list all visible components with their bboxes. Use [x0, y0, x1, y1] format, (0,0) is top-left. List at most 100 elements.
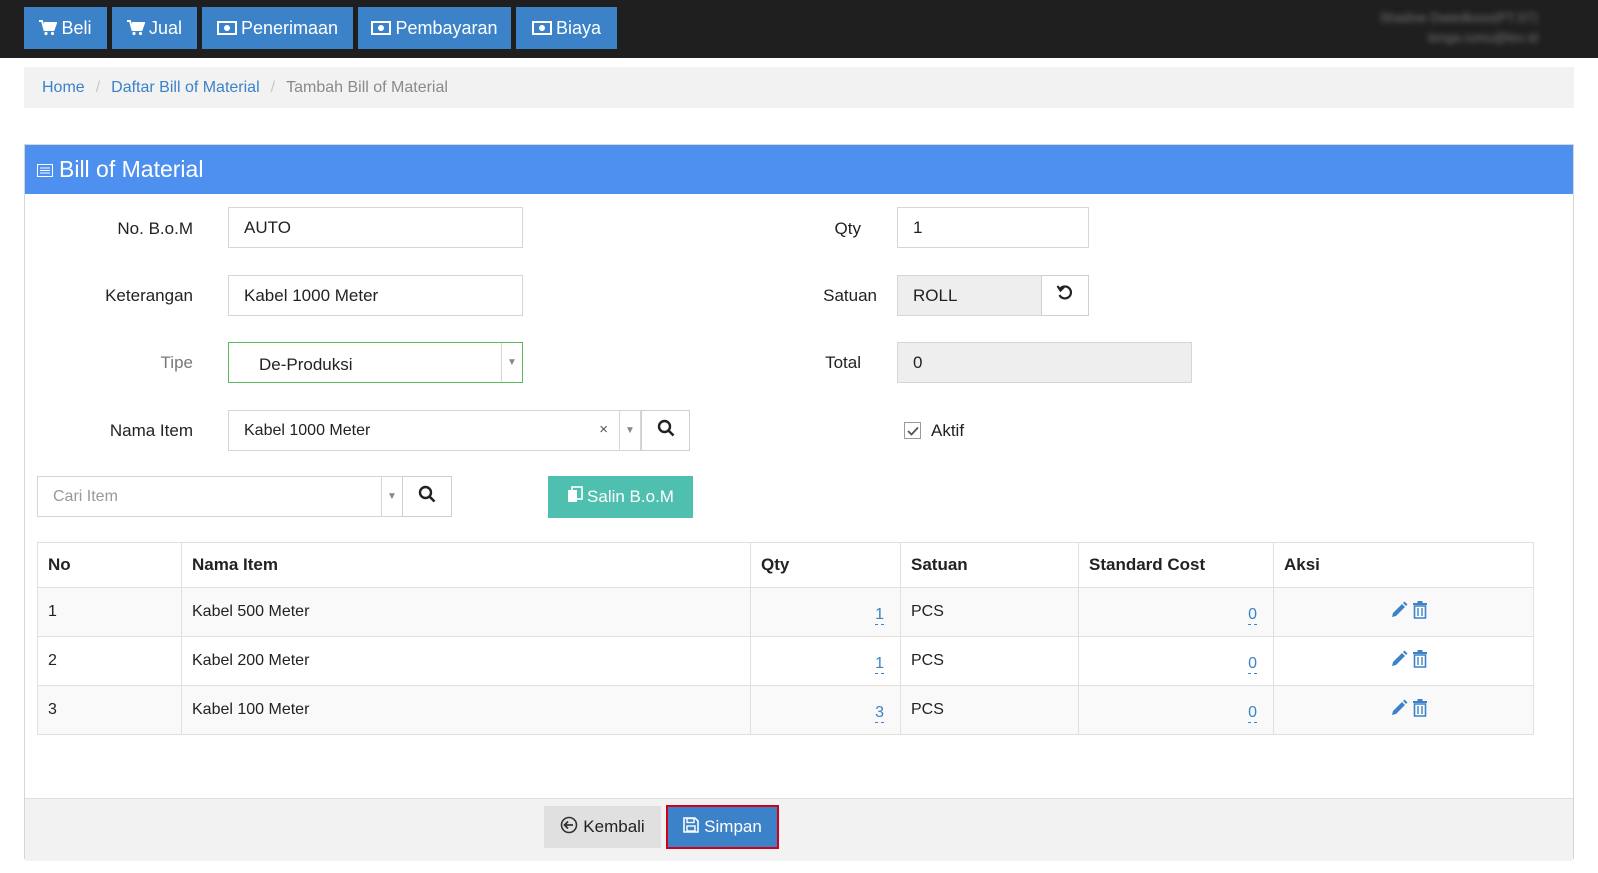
qty-label: Qty: [834, 219, 861, 238]
satuan-reset-button[interactable]: [1041, 275, 1089, 316]
biaya-label: Biaya: [555, 17, 602, 38]
row-nama-item: Kabel 100 Meter: [181, 685, 751, 735]
row-qty-editable[interactable]: 3: [875, 705, 884, 723]
no-bom-input[interactable]: AUTO: [228, 207, 523, 248]
pembayaran-button[interactable]: Pembayaran: [358, 7, 511, 49]
nama-item-select[interactable]: Kabel 1000 Meter × ▼: [228, 410, 641, 451]
row-qty-editable[interactable]: 1: [875, 656, 884, 674]
beli-button[interactable]: Beli: [24, 7, 107, 49]
panel-footer: Kembali Simpan: [25, 798, 1573, 861]
col-nama-item: Nama Item: [181, 542, 751, 588]
edit-icon[interactable]: [1390, 699, 1408, 722]
col-no: No: [37, 542, 182, 588]
cart-icon: [126, 20, 145, 36]
search-icon: [418, 485, 436, 508]
keterangan-label: Keterangan: [105, 286, 193, 305]
aktif-label: Aktif: [931, 421, 965, 440]
penerimaan-label: Penerimaan: [240, 17, 339, 38]
table-header-row: No Nama Item Qty Satuan Standard Cost Ak…: [37, 542, 1534, 588]
row-no: 1: [37, 587, 182, 637]
row-satuan: PCS: [900, 587, 1079, 637]
satuan-input[interactable]: ROLL: [897, 275, 1042, 316]
breadcrumb-current: Tambah Bill of Material: [286, 78, 448, 96]
row-qty-editable[interactable]: 1: [875, 607, 884, 625]
row-cost-editable[interactable]: 0: [1248, 607, 1257, 625]
list-icon: [37, 156, 53, 183]
pembayaran-label: Pembayaran: [395, 17, 498, 38]
bom-items-table: No Nama Item Qty Satuan Standard Cost Ak…: [37, 542, 1534, 735]
cari-item-select[interactable]: Cari Item ▼: [37, 476, 403, 517]
biaya-button[interactable]: Biaya: [516, 7, 617, 49]
edit-icon[interactable]: [1390, 601, 1408, 624]
trash-icon[interactable]: [1412, 649, 1428, 673]
tipe-value: De-Produksi: [259, 354, 353, 374]
nama-item-label: Nama Item: [109, 421, 193, 440]
nama-item-value: Kabel 1000 Meter: [244, 421, 371, 439]
row-satuan: PCS: [900, 685, 1079, 735]
table-row: 2 Kabel 200 Meter 1 PCS 0: [37, 636, 1534, 686]
breadcrumb: Home / Daftar Bill of Material / Tambah …: [24, 67, 1574, 108]
breadcrumb-home[interactable]: Home: [42, 79, 85, 97]
salin-bom-label: Salin B.o.M: [587, 487, 674, 506]
penerimaan-button[interactable]: Penerimaan: [202, 7, 353, 49]
nama-item-search-button[interactable]: [641, 410, 690, 451]
breadcrumb-separator: /: [270, 78, 276, 96]
row-nama-item: Kabel 200 Meter: [181, 636, 751, 686]
money-icon: [371, 21, 392, 35]
breadcrumb-daftar-bom[interactable]: Daftar Bill of Material: [111, 79, 260, 97]
row-satuan: PCS: [900, 636, 1079, 686]
kembali-label: Kembali: [583, 817, 645, 836]
arrow-left-circle-icon: [560, 816, 578, 839]
tipe-select[interactable]: De-Produksi ▼: [228, 342, 523, 383]
tipe-label: Tipe: [160, 353, 193, 372]
user-email: tenga.rumu@leo.id: [1427, 30, 1538, 45]
cari-item-placeholder: Cari Item: [53, 487, 118, 505]
copy-icon: [567, 486, 583, 508]
col-qty: Qty: [750, 542, 901, 588]
breadcrumb-separator: /: [95, 78, 101, 96]
chevron-down-icon[interactable]: ▼: [619, 411, 640, 450]
row-no: 3: [37, 685, 182, 735]
user-name: Shadow Dwiedkoso(PT.ST): [1379, 10, 1538, 25]
clear-icon[interactable]: ×: [599, 421, 608, 438]
row-no: 2: [37, 636, 182, 686]
aktif-checkbox[interactable]: [904, 422, 921, 439]
table-row: 1 Kabel 500 Meter 1 PCS 0: [37, 587, 1534, 637]
simpan-label: Simpan: [704, 817, 762, 836]
trash-icon[interactable]: [1412, 600, 1428, 624]
bom-panel: Bill of Material No. B.o.M AUTO Keterang…: [24, 144, 1574, 861]
trash-icon[interactable]: [1412, 698, 1428, 722]
money-icon: [216, 21, 237, 35]
user-info[interactable]: Shadow Dwiedkoso(PT.ST) tenga.rumu@leo.i…: [1353, 8, 1538, 48]
cari-item-search-button[interactable]: [402, 476, 452, 517]
total-input[interactable]: 0: [897, 342, 1192, 383]
row-cost-editable[interactable]: 0: [1248, 656, 1257, 674]
refresh-icon: [1056, 284, 1074, 307]
col-aksi: Aksi: [1273, 542, 1534, 588]
col-standard-cost: Standard Cost: [1078, 542, 1274, 588]
satuan-label: Satuan: [823, 286, 877, 305]
table-row: 3 Kabel 100 Meter 3 PCS 0: [37, 685, 1534, 735]
cart-icon: [39, 20, 58, 36]
chevron-down-icon[interactable]: ▼: [381, 477, 402, 516]
edit-icon[interactable]: [1390, 650, 1408, 673]
save-icon: [683, 816, 699, 838]
keterangan-input[interactable]: Kabel 1000 Meter: [228, 275, 523, 316]
search-icon: [657, 419, 675, 442]
row-cost-editable[interactable]: 0: [1248, 705, 1257, 723]
check-icon: [906, 421, 919, 441]
qty-input[interactable]: 1: [897, 207, 1089, 248]
beli-label: Beli: [61, 17, 92, 38]
panel-title: Bill of Material: [59, 156, 204, 182]
money-icon: [531, 21, 552, 35]
no-bom-label: No. B.o.M: [117, 219, 193, 238]
total-label: Total: [825, 353, 861, 372]
col-satuan: Satuan: [900, 542, 1079, 588]
row-nama-item: Kabel 500 Meter: [181, 587, 751, 637]
kembali-button[interactable]: Kembali: [544, 806, 661, 848]
jual-button[interactable]: Jual: [112, 7, 197, 49]
panel-header: Bill of Material: [25, 145, 1573, 194]
simpan-button[interactable]: Simpan: [666, 805, 779, 849]
salin-bom-button[interactable]: Salin B.o.M: [548, 476, 693, 518]
chevron-down-icon[interactable]: ▼: [501, 343, 522, 382]
